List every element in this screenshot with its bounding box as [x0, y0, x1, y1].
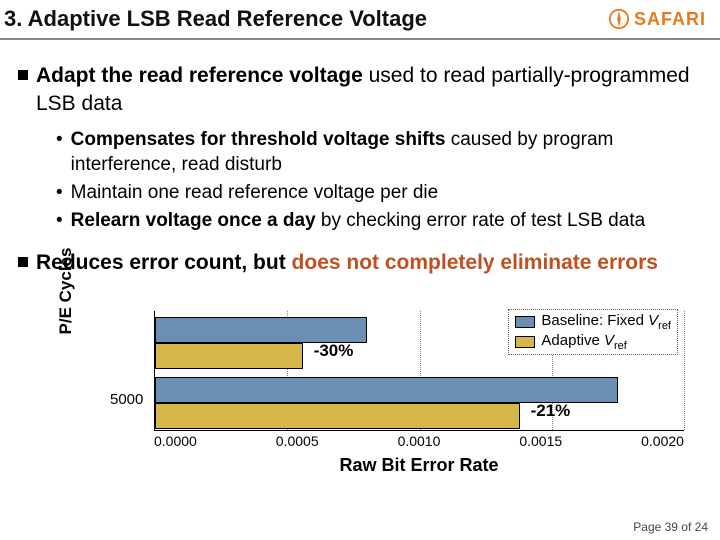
sub-2-rest: Maintain one read reference voltage per …: [71, 182, 439, 203]
sub-bullet-list: • Compensates for threshold voltage shif…: [56, 127, 702, 234]
legend-row-baseline: Baseline: Fixed Vref: [515, 312, 671, 332]
legend-label-baseline: Baseline: Fixed Vref: [541, 312, 671, 332]
gridline: [684, 311, 685, 430]
chart-xlabel: Raw Bit Error Rate: [154, 455, 684, 476]
xtick: 0.0005: [276, 433, 319, 449]
sub-bullet-3: • Relearn voltage once a day by checking…: [56, 208, 702, 234]
sub-3-rest: by checking error rate of test LSB data: [316, 210, 646, 231]
sub-1-bold: Compensates for threshold voltage shifts: [71, 129, 446, 150]
chart-xticks: 0.0000 0.0005 0.0010 0.0015 0.0020: [154, 433, 684, 449]
slide-body: Adapt the read reference voltage used to…: [0, 40, 720, 278]
bar-baseline-0: [155, 317, 367, 343]
logo-text: SAFARI: [634, 9, 706, 30]
chart-annotation-1: -30%: [314, 341, 354, 361]
xtick: 0.0020: [641, 433, 684, 449]
bullet-main-1: Adapt the read reference voltage used to…: [18, 62, 702, 119]
chart-ylabel: P/E Cycles: [56, 231, 76, 351]
square-bullet-icon: [18, 257, 28, 267]
title-bar: 3. Adaptive LSB Read Reference Voltage S…: [0, 0, 720, 40]
bar-baseline-5000: [155, 377, 618, 403]
bullet-2-em: does not completely eliminate errors: [292, 251, 658, 274]
slide-title: 3. Adaptive LSB Read Reference Voltage: [4, 6, 427, 32]
chart: P/E Cycles 5000 -30% -21% Baseline: Fixe…: [64, 311, 700, 481]
slide: 3. Adaptive LSB Read Reference Voltage S…: [0, 0, 720, 540]
chart-plot-area: -30% -21% Baseline: Fixed Vref Adaptive …: [154, 311, 684, 431]
sub-3-bold: Relearn voltage once a day: [71, 210, 316, 231]
legend-swatch-baseline: [515, 316, 535, 328]
legend-swatch-adaptive: [515, 336, 535, 348]
square-bullet-icon: [18, 70, 28, 80]
dot-icon: •: [56, 180, 63, 206]
xtick: 0.0010: [398, 433, 441, 449]
bar-adaptive-5000: [155, 403, 520, 429]
bullet-main-2: Reduces error count, but does not comple…: [18, 249, 702, 277]
dot-icon: •: [56, 208, 63, 234]
sub-bullet-1: • Compensates for threshold voltage shif…: [56, 127, 702, 178]
xtick: 0.0000: [154, 433, 197, 449]
dot-icon: •: [56, 127, 63, 153]
xtick: 0.0015: [519, 433, 562, 449]
chart-ytick-5000: 5000: [110, 391, 143, 408]
sub-bullet-2: • Maintain one read reference voltage pe…: [56, 180, 702, 206]
chart-legend: Baseline: Fixed Vref Adaptive Vref: [508, 309, 678, 355]
page-footer: Page 39 of 24: [633, 520, 708, 534]
chart-annotation-2: -21%: [531, 401, 571, 421]
safari-logo: SAFARI: [608, 8, 706, 30]
compass-icon: [608, 8, 630, 30]
bullet-1-bold: Adapt the read reference voltage: [36, 64, 363, 87]
legend-row-adaptive: Adaptive Vref: [515, 332, 671, 352]
bullet-1-text: Adapt the read reference voltage used to…: [36, 62, 702, 119]
bar-adaptive-0: [155, 343, 303, 369]
bullet-2-text: Reduces error count, but does not comple…: [36, 249, 658, 277]
legend-label-adaptive: Adaptive Vref: [541, 332, 626, 352]
